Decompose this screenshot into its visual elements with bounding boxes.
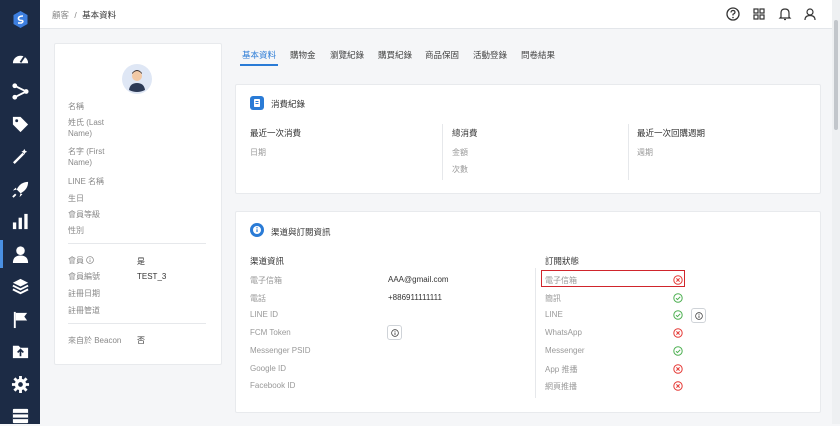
column-divider	[442, 124, 443, 180]
profile-label-member-level: 會員等級	[68, 210, 100, 219]
receipt-icon	[250, 96, 264, 110]
email-subscription-highlight	[541, 270, 685, 287]
last-purchase-heading: 最近一次消費	[250, 128, 302, 138]
consumption-title: 消費紀錄	[271, 99, 306, 109]
profile-value-beacon: 否	[137, 336, 145, 345]
bar-chart-icon[interactable]	[9, 210, 31, 232]
settings-icon[interactable]	[9, 373, 31, 395]
flag-icon[interactable]	[9, 308, 31, 330]
breadcrumb-current: 基本資料	[82, 10, 117, 20]
sidebar	[0, 0, 40, 424]
breadcrumb-root[interactable]: 顧客	[52, 10, 69, 20]
scrollbar-thumb[interactable]	[834, 20, 838, 130]
subscription-label-app-push: App 推播	[545, 365, 578, 374]
column-divider	[628, 124, 629, 180]
channel-label-fcm-token: FCM Token	[250, 328, 291, 337]
box-icon[interactable]	[9, 275, 31, 297]
breadcrumb-separator: /	[74, 10, 77, 20]
avatar	[122, 64, 152, 94]
subscription-label-whatsapp: WhatsApp	[545, 328, 582, 337]
profile-label-birthday: 生日	[68, 194, 84, 203]
tab-browse-history[interactable]: 瀏覽紀錄	[330, 49, 364, 61]
total-spend-heading: 總消費	[452, 128, 478, 138]
total-count-label: 次數	[452, 165, 468, 174]
channel-label-line-id: LINE ID	[250, 310, 279, 319]
top-bar: 顧客 / 基本資料	[40, 0, 832, 29]
profile-value-member-id: TEST_3	[137, 272, 167, 281]
help-icon[interactable]	[726, 7, 740, 21]
dashboard-icon[interactable]	[9, 48, 31, 70]
info-icon	[694, 311, 703, 320]
profile-label-reg-channel: 註冊管道	[68, 306, 100, 315]
tab-basic-info[interactable]: 基本資料	[242, 49, 276, 61]
subscription-label-messenger: Messenger	[545, 346, 585, 355]
upload-icon[interactable]	[9, 340, 31, 362]
channel-label-email: 電子信箱	[250, 276, 282, 285]
tab-shopping-credit[interactable]: 購物金	[290, 49, 316, 61]
channel-label-facebook-id: Facebook ID	[250, 381, 296, 390]
subscription-label-web-push: 網頁推播	[545, 382, 577, 391]
subscription-label-line: LINE	[545, 310, 563, 319]
user-icon[interactable]	[9, 243, 31, 265]
flow-icon[interactable]	[9, 80, 31, 102]
column-divider	[535, 268, 536, 398]
unsubscribed-x-icon	[673, 364, 683, 374]
repurchase-cycle-label: 週期	[637, 148, 653, 157]
channels-card	[235, 211, 821, 413]
channel-label-messenger-psid: Messenger PSID	[250, 346, 311, 355]
tab-purchase-history[interactable]: 購買紀錄	[378, 49, 412, 61]
profile-label-name: 名稱	[68, 102, 84, 111]
subscription-label-sms: 簡訊	[545, 294, 561, 303]
tab-survey-results[interactable]: 問卷結果	[521, 49, 555, 61]
channel-label-google-id: Google ID	[250, 364, 287, 373]
active-tab-underline	[240, 64, 278, 66]
magic-wand-icon[interactable]	[9, 145, 31, 167]
breadcrumb: 顧客 / 基本資料	[52, 9, 116, 21]
fcm-token-info-button[interactable]	[387, 325, 402, 340]
info-circle-icon	[250, 223, 264, 237]
profile-label-last-name: 姓氏 (Last Name)	[68, 118, 105, 138]
tab-event-registration[interactable]: 活動登錄	[473, 49, 507, 61]
subscription-status-heading: 訂閱狀態	[545, 256, 580, 266]
apps-grid-icon[interactable]	[752, 7, 766, 21]
channel-label-phone: 電話	[250, 294, 266, 303]
profile-label-member-id: 會員編號	[68, 272, 100, 281]
channel-info-heading: 渠道資訊	[250, 256, 285, 266]
subscribed-check-icon	[673, 310, 683, 320]
channel-value-phone: +886911111111	[388, 293, 442, 302]
profile-value-member: 是	[137, 257, 145, 266]
table-icon[interactable]	[9, 404, 31, 426]
channel-value-email: AAA@gmail.com	[388, 275, 449, 284]
divider	[68, 323, 206, 324]
app-logo-icon[interactable]	[12, 10, 29, 29]
subscribed-check-icon	[673, 293, 683, 303]
last-purchase-date-label: 日期	[250, 148, 266, 157]
line-info-button[interactable]	[691, 308, 706, 323]
repurchase-cycle-heading: 最近一次回購週期	[637, 128, 706, 138]
divider	[68, 243, 206, 244]
unsubscribed-x-icon	[673, 328, 683, 338]
profile-label-first-name: 名字 (First Name)	[68, 147, 105, 167]
tab-warranty[interactable]: 商品保固	[425, 49, 459, 61]
subscribed-check-icon	[673, 346, 683, 356]
sidebar-active-indicator	[0, 240, 3, 268]
info-icon	[390, 328, 399, 337]
profile-label-gender: 性別	[68, 226, 84, 235]
total-amount-label: 金額	[452, 148, 468, 157]
profile-label-line-name: LINE 名稱	[68, 177, 105, 186]
profile-label-reg-date: 註冊日期	[68, 289, 100, 298]
channels-title: 渠道與訂閱資訊	[271, 227, 331, 237]
info-icon[interactable]	[86, 256, 95, 264]
profile-label-beacon: 來自於 Beacon	[68, 336, 122, 345]
unsubscribed-x-icon	[673, 381, 683, 391]
rocket-icon[interactable]	[9, 178, 31, 200]
tag-icon[interactable]	[9, 113, 31, 135]
consumption-card	[235, 84, 821, 194]
profile-label-member: 會員	[68, 255, 95, 266]
account-icon[interactable]	[803, 7, 817, 21]
bell-icon[interactable]	[778, 7, 792, 21]
